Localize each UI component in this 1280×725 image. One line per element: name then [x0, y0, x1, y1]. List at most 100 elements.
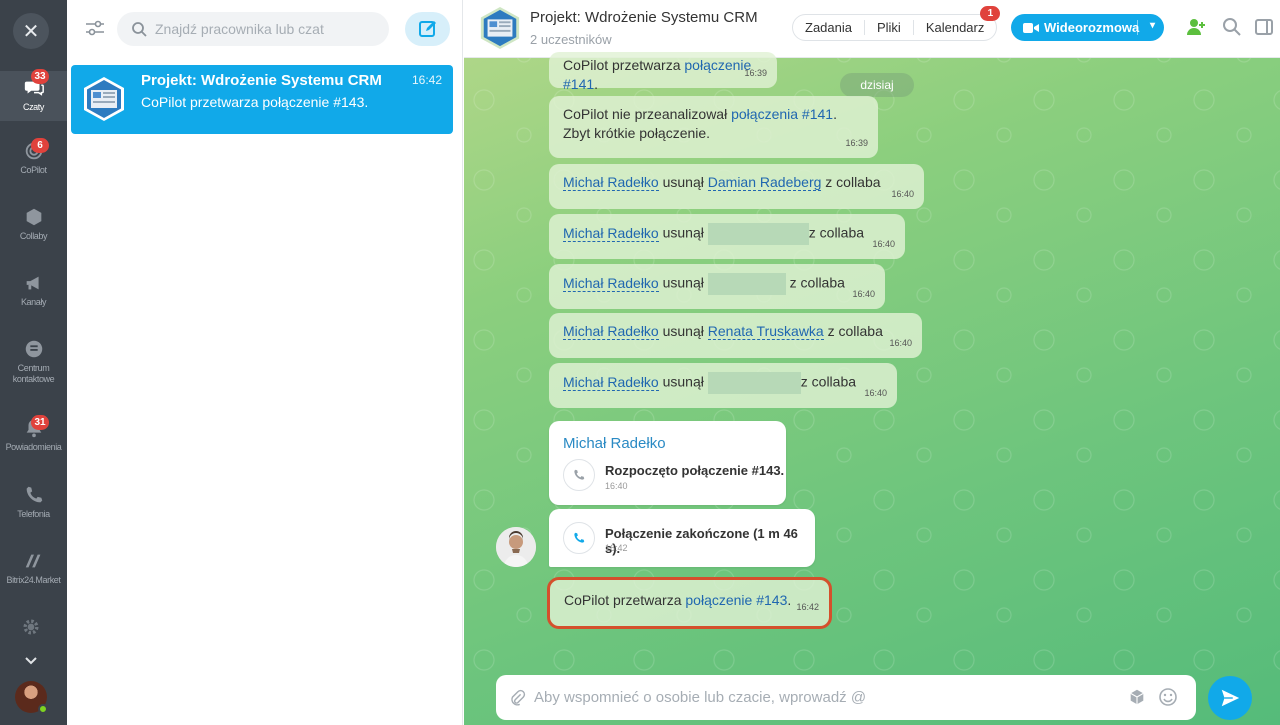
participants-count[interactable]: 2 uczestników	[530, 32, 612, 47]
message-time: 16:40	[605, 481, 628, 491]
collab-avatar-icon[interactable]	[478, 6, 522, 50]
search-input[interactable]	[155, 21, 375, 37]
message-time: 16:39	[744, 68, 767, 78]
cube-icon[interactable]	[1128, 688, 1146, 706]
sender-avatar[interactable]	[496, 527, 536, 567]
user-link[interactable]: Michał Radełko	[563, 174, 659, 191]
message-time: 16:40	[864, 388, 887, 398]
call-start-card: Michał Radełko Rozpoczęto połączenie #14…	[549, 421, 786, 505]
rail-label: Kanały	[20, 297, 47, 307]
rail-label: Powiadomienia	[5, 442, 62, 452]
user-avatar[interactable]	[15, 681, 48, 714]
megaphone-icon	[26, 276, 39, 290]
chevron-down-icon[interactable]	[23, 652, 39, 668]
search-icon	[132, 22, 147, 37]
chat-title: Projekt: Wdrożenie Systemu CRM	[141, 72, 382, 89]
header-tabs: Zadania Pliki 1 Kalendarz	[792, 6, 1001, 41]
video-call-label: Wideorozmowa	[1044, 20, 1140, 35]
message-time: 16:42	[605, 543, 628, 553]
rail-label: Telefonia	[17, 509, 50, 519]
rail-label: Czaty	[22, 102, 44, 112]
rail-item-chats[interactable]: 33 Czaty	[0, 69, 67, 121]
message-composer	[496, 675, 1196, 720]
compose-icon	[418, 21, 436, 37]
notifications-badge: 31	[31, 415, 49, 430]
rail-item-contact-center[interactable]: Centrum kontaktowe	[0, 338, 67, 385]
chat-list-item-active[interactable]: Projekt: Wdrożenie Systemu CRM 16:42 CoP…	[71, 65, 453, 134]
rail-item-collaby[interactable]: Collaby	[0, 206, 67, 242]
system-message-removed: Michał Radełko usunął z collaba 16:40	[549, 264, 885, 309]
rail-item-market[interactable]: Bitrix24.Market	[0, 550, 67, 586]
blurred-name	[707, 372, 801, 394]
video-divider	[1137, 20, 1138, 35]
message-author[interactable]: Michał Radełko	[563, 435, 666, 452]
chat-list-panel: Projekt: Wdrożenie Systemu CRM 16:42 CoP…	[67, 0, 463, 725]
chat-header: Projekt: Wdrożenie Systemu CRM 2 uczestn…	[464, 0, 1280, 58]
user-link[interactable]: Renata Truskawka	[707, 323, 824, 340]
gear-icon[interactable]	[21, 617, 41, 637]
rail-label: Collaby	[19, 231, 48, 241]
tab-files[interactable]: Pliki	[865, 20, 914, 35]
add-user-icon[interactable]	[1186, 17, 1206, 37]
user-link[interactable]: Michał Radełko	[563, 323, 659, 340]
rail-label: CoPilot	[20, 165, 47, 175]
user-link[interactable]: Michał Radełko	[563, 224, 659, 242]
message-copilot-143: CoPilot przetwarza połączenie #143. 16:4…	[547, 577, 832, 629]
system-message-removed: Michał Radełko usunął Renata Truskawka z…	[549, 313, 922, 358]
copilot-badge: 6	[31, 138, 49, 153]
new-chat-button[interactable]	[405, 12, 450, 46]
smiley-icon[interactable]	[1158, 687, 1178, 707]
call-link[interactable]: połączenie #143	[685, 592, 787, 608]
message-time: 16:40	[891, 189, 914, 199]
tab-tasks[interactable]: Zadania	[793, 20, 865, 35]
user-link[interactable]: Michał Radełko	[563, 373, 659, 391]
date-separator: dzisiaj	[840, 73, 914, 97]
system-message-removed: Michał Radełko usunął z collaba 16:40	[549, 363, 897, 408]
video-call-button[interactable]: Wideorozmowa ▾	[1011, 14, 1164, 41]
market-icon	[25, 554, 40, 568]
chat-time: 16:42	[411, 73, 442, 87]
left-rail: ✕ 33 Czaty 6 CoPilot Collaby Kanały Cent…	[0, 0, 67, 725]
send-icon	[1221, 689, 1240, 707]
search-box[interactable]	[117, 12, 389, 46]
rail-item-channels[interactable]: Kanały	[0, 272, 67, 308]
message-time: 16:42	[796, 602, 819, 612]
chats-badge: 33	[31, 69, 49, 84]
user-link[interactable]: Damian Radeberg	[707, 174, 822, 191]
tab-calendar-label: Kalendarz	[925, 20, 985, 35]
close-icon[interactable]: ✕	[13, 13, 49, 49]
chat-area: Projekt: Wdrożenie Systemu CRM 2 uczestn…	[464, 0, 1280, 725]
contact-center-icon	[25, 340, 42, 358]
message-input[interactable]	[534, 689, 1124, 706]
paperclip-icon[interactable]	[508, 689, 526, 707]
chat-header-title[interactable]: Projekt: Wdrożenie Systemu CRM	[530, 9, 758, 26]
tab-calendar[interactable]: 1 Kalendarz	[914, 6, 1001, 35]
rail-item-notifications[interactable]: 31 Powiadomienia	[0, 415, 67, 453]
calendar-badge: 1	[980, 6, 1001, 21]
call-link[interactable]: połączenia #141	[731, 106, 833, 122]
search-icon[interactable]	[1222, 17, 1242, 37]
chevron-down-icon[interactable]: ▾	[1150, 20, 1155, 31]
message-time: 16:40	[872, 239, 895, 249]
rail-item-copilot[interactable]: 6 CoPilot	[0, 138, 67, 176]
send-button[interactable]	[1208, 676, 1252, 720]
system-message-removed: Michał Radełko usunął Damian Radeberg z …	[549, 164, 924, 209]
sidebar-toggle-icon[interactable]	[1254, 17, 1274, 37]
rail-label: Centrum kontaktowe	[12, 363, 55, 384]
message-time: 16:39	[845, 138, 868, 148]
rail-label: Bitrix24.Market	[6, 575, 61, 585]
call-start-text: Rozpoczęto połączenie #143.	[605, 463, 785, 478]
user-link[interactable]: Michał Radełko	[563, 274, 659, 292]
message-copilot-not-analyzed: CoPilot nie przeanalizował połączenia #1…	[549, 96, 878, 158]
online-status-dot	[38, 704, 48, 714]
message-time: 16:40	[852, 289, 875, 299]
filter-icon[interactable]	[83, 16, 107, 40]
call-end-card: Połączenie zakończone (1 m 46 s). 16:42	[549, 509, 815, 567]
phone-icon	[563, 459, 595, 491]
collab-icon	[26, 208, 41, 226]
collab-avatar-icon	[84, 77, 124, 121]
chat-preview: CoPilot przetwarza połączenie #143.	[141, 94, 369, 110]
phone-icon	[563, 522, 595, 554]
rail-item-telephony[interactable]: Telefonia	[0, 484, 67, 520]
blurred-name	[707, 223, 809, 245]
